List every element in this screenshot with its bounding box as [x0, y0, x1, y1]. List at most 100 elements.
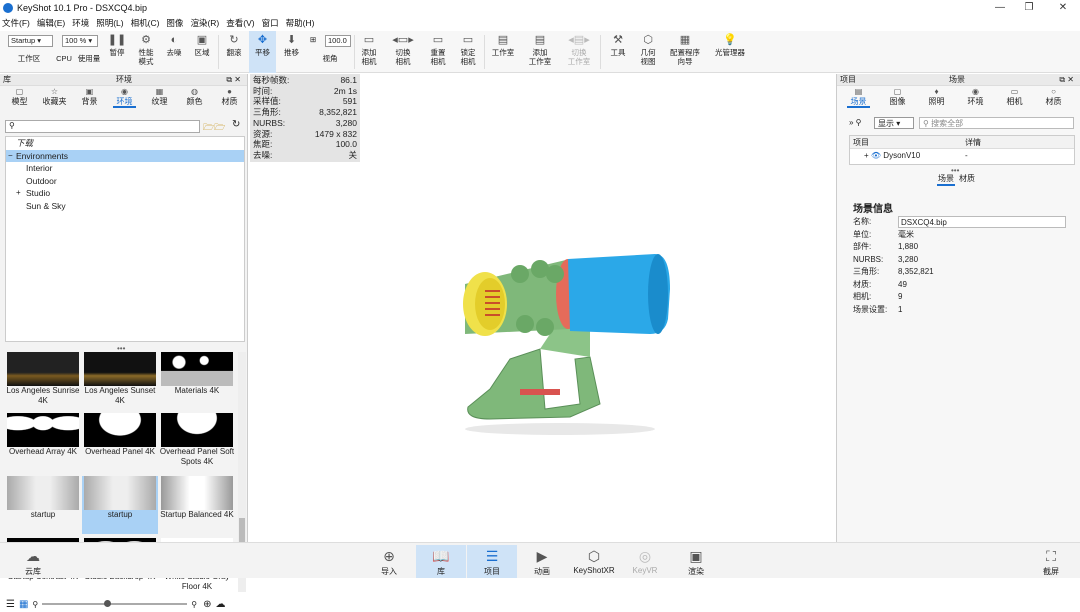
thumb-startup-selected[interactable]: startup — [82, 476, 158, 534]
workspace-select[interactable]: Startup ▾ — [8, 35, 53, 47]
scene-name-field[interactable]: DSXCQ4.bip — [898, 216, 1066, 228]
thumb-materials[interactable]: Materials 4K — [159, 352, 235, 410]
expand-icon[interactable]: + — [16, 187, 21, 200]
library-button[interactable]: 📖 库 — [416, 545, 466, 578]
animation-button[interactable]: ▶ 动画 — [517, 545, 567, 578]
minimize-icon[interactable]: — — [985, 0, 1015, 16]
thumb-size-slider[interactable] — [42, 600, 188, 607]
tab-scene[interactable]: ▤ 场景 — [839, 86, 878, 108]
vacuum-3d-model[interactable] — [450, 239, 690, 439]
tab-lighting[interactable]: ♦ 照明 — [917, 86, 956, 108]
add-studio-button[interactable]: ▤ 添加 工作室 — [524, 31, 556, 73]
performance-mode-button[interactable]: ⚙ 性能 模式 — [132, 31, 160, 73]
switch-camera-button[interactable]: ◂▭▸ 切换 相机 — [386, 31, 420, 73]
list-view-icon[interactable]: ☰ — [6, 599, 15, 610]
menu-camera[interactable]: 相机(C) — [131, 17, 160, 29]
close-icon[interactable]: ✕ — [1048, 0, 1078, 16]
pause-button[interactable]: ❚❚ 暂停 — [104, 31, 130, 73]
fov-input[interactable]: 100.0 — [325, 35, 351, 47]
reset-camera-button[interactable]: ▭ 重置 相机 — [424, 31, 452, 73]
render-button[interactable]: ▣ 渲染 — [671, 545, 721, 578]
view-angle-button[interactable]: 视角 — [316, 51, 344, 71]
switch-studio-button[interactable]: ◂▤▸ 切换 工作室 — [562, 31, 596, 73]
add-camera-button[interactable]: ▭ 添加 相机 — [356, 31, 382, 73]
thumb-overhead-soft-spots[interactable]: Overhead Panel Soft Spots 4K — [159, 413, 235, 471]
menu-help[interactable]: 帮助(H) — [286, 17, 315, 29]
maximize-icon[interactable]: ❐ — [1014, 0, 1044, 16]
tree-item-interior[interactable]: Interior — [6, 162, 244, 175]
light-manager-button[interactable]: 💡 光管理器 — [710, 31, 750, 73]
thumb-startup-balanced[interactable]: Startup Balanced 4K — [159, 476, 235, 534]
filter-icons[interactable]: » ⚲ — [849, 118, 862, 127]
collapse-icon[interactable]: − — [8, 150, 13, 163]
tree-item-download[interactable]: 下载 — [6, 137, 244, 150]
keyvr-button[interactable]: ◎ KeyVR — [620, 545, 670, 578]
expand-icon[interactable]: + — [864, 151, 871, 160]
cloud-library-button[interactable]: ☁ 云库 — [8, 545, 58, 578]
tab-favorites[interactable]: ☆ 收藏夹 — [37, 86, 72, 108]
tab-material[interactable]: ○ 材质 — [1034, 86, 1073, 108]
denoise-button[interactable]: ◐ 去噪 — [160, 31, 188, 73]
thumb-la-sunset[interactable]: Los Angeles Sunset 4K — [82, 352, 158, 410]
lock-camera-button[interactable]: ▭ 锁定 相机 — [454, 31, 482, 73]
slider-handle[interactable] — [104, 600, 112, 607]
render-viewport[interactable]: 每秒帧数: 86.1 时间: 2m 1s 采样值: 591 三角形: 8,352,821… — [250, 74, 835, 542]
refresh-icon[interactable]: ↻ — [232, 119, 240, 130]
thumb-startup[interactable]: startup — [5, 476, 81, 534]
tab-colors[interactable]: ◍ 颜色 — [177, 86, 212, 108]
menu-file[interactable]: 文件(F) — [2, 17, 30, 29]
tab-models[interactable]: ▢ 模型 — [2, 86, 37, 108]
upload-icon[interactable]: ⊕ — [203, 599, 211, 610]
import-button[interactable]: ⊕ 导入 — [364, 545, 414, 578]
menu-image[interactable]: 图像 — [166, 17, 183, 29]
zoom-select[interactable]: 100 % ▾ — [62, 35, 98, 47]
thumb-la-sunrise[interactable]: Los Angeles Sunrise 4K — [5, 352, 81, 410]
zoom-out-icon[interactable]: ⚲ — [32, 600, 38, 609]
tab-environment[interactable]: ◉ 环境 — [956, 86, 995, 108]
tree-item-environments[interactable]: − Environments — [6, 149, 244, 163]
tree-item-outdoor[interactable]: Outdoor — [6, 175, 244, 188]
thumb-overhead-array[interactable]: Overhead Array 4K — [5, 413, 81, 471]
menu-environment[interactable]: 环境 — [72, 17, 89, 29]
keyshotxr-button[interactable]: ⬡ KeyShotXR — [569, 545, 619, 578]
usage-button[interactable]: 使用量 — [74, 51, 104, 71]
thumb-overhead-panel[interactable]: Overhead Panel 4K — [82, 413, 158, 471]
display-filter-select[interactable]: 显示 ▾ — [874, 117, 914, 129]
tumble-button[interactable]: ↻ 翻滚 — [220, 31, 248, 73]
menu-view[interactable]: 查看(V) — [226, 17, 254, 29]
studio-button[interactable]: ▤ 工作室 — [487, 31, 519, 73]
cloud-icon[interactable]: ☁ — [216, 599, 226, 610]
project-button[interactable]: ☰ 项目 — [467, 545, 517, 578]
library-search-input[interactable]: ⚲ — [5, 120, 200, 133]
tab-environments[interactable]: ◉ 环境 — [107, 86, 142, 108]
subtab-material[interactable]: 材质 — [959, 173, 975, 186]
geometry-view-button[interactable]: ⬡ 几何 视图 — [634, 31, 662, 73]
menu-render[interactable]: 渲染(R) — [190, 17, 219, 29]
menu-window[interactable]: 窗口 — [262, 17, 279, 29]
tree-item-sun-sky[interactable]: Sun & Sky — [6, 200, 244, 213]
table-row[interactable]: + 👁 DysonV10 - — [850, 149, 1074, 163]
visibility-eye-icon[interactable]: 👁 — [871, 151, 881, 160]
tab-textures[interactable]: ▦ 纹理 — [142, 86, 177, 108]
grid-view-icon[interactable]: ▦ — [19, 599, 28, 610]
menu-edit[interactable]: 编辑(E) — [37, 17, 65, 29]
dolly-button[interactable]: ⬇ 推移 — [278, 31, 305, 73]
tab-camera[interactable]: ▭ 相机 — [995, 86, 1034, 108]
tab-backgrounds[interactable]: ▣ 背景 — [72, 86, 107, 108]
screenshot-button[interactable]: ⛶ 截屏 — [1026, 545, 1076, 578]
scene-search-input[interactable]: ⚲ 搜索全部 — [919, 117, 1074, 129]
tab-image[interactable]: ▢ 图像 — [878, 86, 917, 108]
workspace-button[interactable]: 工作区 — [12, 51, 46, 71]
zoom-in-icon[interactable]: ⚲ — [191, 600, 197, 609]
configurator-wizard-button[interactable]: ▦ 配置程序 向导 — [664, 31, 706, 73]
panel-close-icon[interactable]: ⧉ ✕ — [226, 74, 241, 86]
subtab-scene[interactable]: 场景 — [937, 173, 955, 186]
tools-button[interactable]: ⚒ 工具 — [604, 31, 632, 73]
tree-item-studio[interactable]: + Studio — [6, 187, 244, 200]
menu-lighting[interactable]: 照明(L) — [96, 17, 123, 29]
pan-button[interactable]: ✥ 平移 — [249, 31, 276, 73]
region-button[interactable]: ▣ 区域 — [188, 31, 216, 73]
panel-close-icon[interactable]: ⧉ ✕ — [1059, 74, 1074, 86]
tab-materials[interactable]: ● 材质 — [212, 86, 247, 108]
folder-icons[interactable]: 🗁🗁 — [203, 120, 225, 136]
